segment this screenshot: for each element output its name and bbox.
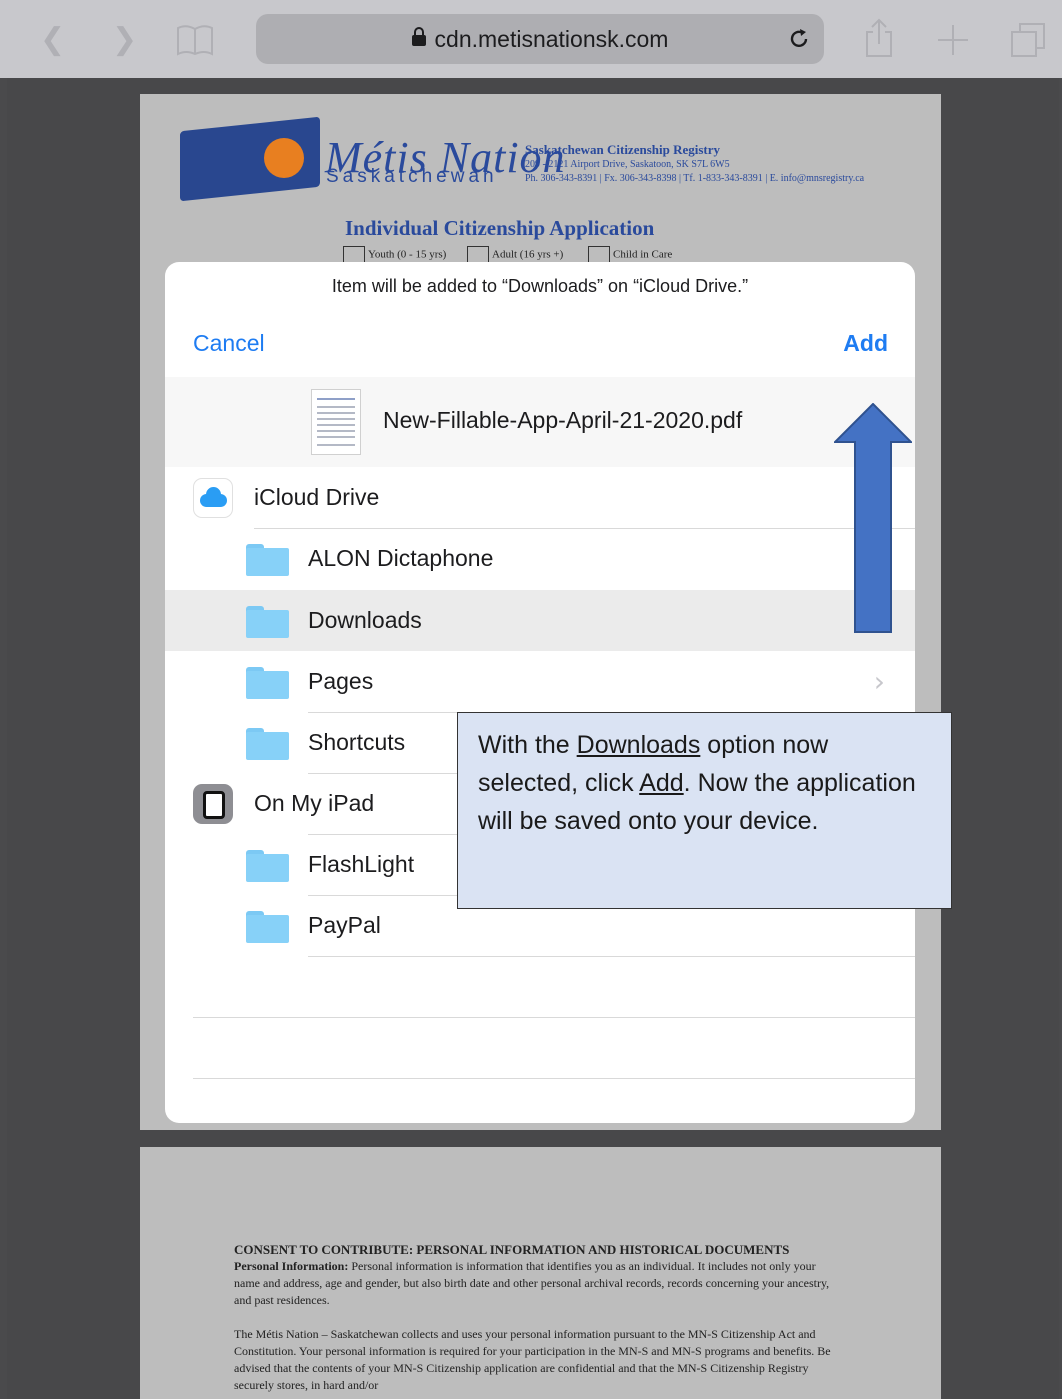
divider — [193, 1078, 915, 1079]
bookmarks-icon[interactable] — [176, 24, 214, 56]
browser-toolbar: ❮ ❯ cdn.metisnationsk.com — [0, 0, 1062, 78]
folder-label: PayPal — [308, 912, 381, 938]
folder-label: Shortcuts — [308, 729, 406, 755]
location-label: iCloud Drive — [254, 484, 380, 510]
registry-contact: Ph. 306-343-8391 | Fx. 306-343-8398 | Tf… — [525, 173, 865, 184]
address-bar[interactable]: cdn.metisnationsk.com — [256, 14, 824, 64]
reload-icon[interactable] — [788, 28, 810, 50]
cancel-button[interactable]: Cancel — [193, 330, 265, 357]
url-text: cdn.metisnationsk.com — [434, 26, 669, 52]
folder-label: FlashLight — [308, 851, 415, 877]
folder-icon — [246, 728, 289, 760]
callout-text-1: With the — [478, 731, 577, 759]
location-label: On My iPad — [254, 790, 375, 816]
registry-address: 209 - 2121 Airport Drive, Saskatoon, SK … — [525, 159, 730, 170]
instruction-callout: With the Downloads option now selected, … — [457, 712, 952, 909]
checkbox-care-label: Child in Care — [613, 248, 673, 261]
org-sub: Saskatchewan — [326, 166, 498, 187]
add-button[interactable]: Add — [843, 330, 888, 357]
back-icon[interactable]: ❮ — [40, 22, 65, 57]
folder-icon — [246, 850, 289, 882]
checkbox-adult-label: Adult (16 yrs +) — [492, 248, 564, 261]
pdf-thumbnail — [311, 389, 361, 455]
divider — [193, 1017, 915, 1018]
checkbox-youth-label: Youth (0 - 15 yrs) — [368, 248, 447, 261]
folder-icon — [246, 911, 289, 943]
sheet-message: Item will be added to “Downloads” on “iC… — [331, 276, 749, 296]
lock-icon — [411, 27, 426, 46]
folder-alon-dictaphone[interactable]: ALON Dictaphone — [165, 528, 915, 589]
share-icon[interactable] — [864, 18, 894, 58]
folder-icon — [246, 667, 289, 699]
forward-icon[interactable]: ❯ — [112, 22, 137, 57]
consent-lead: Personal Information: — [234, 1259, 349, 1273]
ipad-icon — [193, 784, 233, 824]
folder-icon — [246, 606, 289, 638]
consent-paragraph-1: Personal Information: Personal informati… — [234, 1258, 844, 1309]
callout-link-add: Add — [639, 769, 684, 797]
form-title: Individual Citizenship Application — [345, 216, 655, 240]
chevron-right-icon[interactable]: › — [874, 665, 885, 698]
arrow-up-icon — [834, 403, 912, 633]
save-to-files-sheet: Item will be added to “Downloads” on “iC… — [165, 262, 915, 1123]
callout-link-downloads: Downloads — [576, 731, 701, 759]
file-name: New-Fillable-App-April-21-2020.pdf — [383, 407, 743, 433]
registry-block: Saskatchewan Citizenship Registry 209 - … — [525, 142, 864, 186]
consent-title: CONSENT TO CONTRIBUTE: PERSONAL INFORMAT… — [234, 1242, 790, 1257]
folder-icon — [246, 544, 289, 576]
folder-downloads[interactable]: Downloads — [165, 590, 915, 651]
divider — [308, 956, 915, 957]
lily-icon — [264, 138, 304, 178]
new-tab-icon[interactable] — [936, 23, 970, 57]
icloud-icon — [193, 478, 233, 518]
registry-title: Saskatchewan Citizenship Registry — [525, 142, 721, 157]
folder-label: ALON Dictaphone — [308, 545, 494, 571]
consent-paragraph-2: The Métis Nation – Saskatchewan collects… — [234, 1327, 831, 1392]
file-preview: New-Fillable-App-April-21-2020.pdf — [165, 377, 915, 467]
folder-label: Pages — [308, 668, 374, 694]
consent-section: CONSENT TO CONTRIBUTE: PERSONAL INFORMAT… — [234, 1241, 844, 1394]
folder-pages[interactable]: Pages › — [165, 651, 915, 712]
location-icloud-drive[interactable]: iCloud Drive — [165, 467, 915, 528]
pdf-page-2: CONSENT TO CONTRIBUTE: PERSONAL INFORMAT… — [140, 1147, 941, 1399]
folder-label: Downloads — [308, 607, 422, 633]
tabs-icon[interactable] — [1010, 22, 1046, 58]
